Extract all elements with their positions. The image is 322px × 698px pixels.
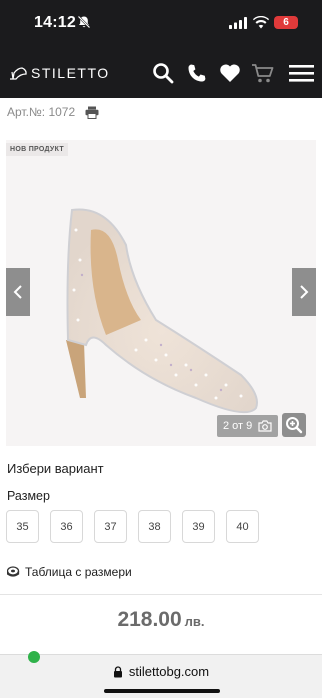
product-shoe-image: [66, 208, 258, 414]
product-gallery[interactable]: НОВ ПРОДУКТ 2 от 9: [6, 140, 316, 446]
zoom-in-icon: [286, 417, 303, 434]
home-indicator: [104, 689, 220, 693]
price-currency: лв.: [184, 614, 205, 629]
site-header: STILETTO: [0, 52, 322, 96]
gallery-next-button[interactable]: [292, 268, 316, 316]
gallery-prev-button[interactable]: [6, 268, 30, 316]
size-option-38[interactable]: 38: [138, 510, 171, 543]
size-label: Размер: [7, 489, 50, 503]
phone-icon[interactable]: [186, 62, 208, 84]
size-option-36[interactable]: 36: [50, 510, 83, 543]
browser-address-bar: stilettobg.com: [0, 651, 322, 698]
heart-icon[interactable]: [219, 62, 241, 84]
stiletto-logo[interactable]: STILETTO: [9, 62, 110, 84]
print-icon[interactable]: [85, 106, 99, 119]
price-amount: 218.00: [117, 608, 182, 631]
cart-icon[interactable]: [251, 62, 275, 84]
article-row: Арт.№: 1072: [7, 103, 99, 121]
product-price: 218.00 лв.: [0, 608, 322, 632]
size-options: 35 36 37 38 39 40: [6, 510, 270, 543]
zoom-button[interactable]: [282, 413, 306, 437]
new-product-badge: НОВ ПРОДУКТ: [6, 143, 68, 156]
signal-icon: [229, 17, 247, 29]
size-option-35[interactable]: 35: [6, 510, 39, 543]
camera-icon: [258, 420, 272, 432]
search-icon[interactable]: [152, 62, 174, 84]
chevron-right-icon: [300, 285, 309, 299]
size-table-link[interactable]: Таблица с размери: [7, 565, 132, 579]
logo-text: STILETTO: [31, 65, 110, 81]
chevron-left-icon: [13, 285, 22, 299]
divider: [0, 594, 322, 595]
gallery-counter: 2 от 9: [217, 415, 279, 437]
status-time: 14:12: [34, 14, 76, 31]
variant-title: Избери вариант: [7, 461, 104, 476]
chat-widget-indicator[interactable]: [28, 651, 40, 663]
size-table-label: Таблица с размери: [25, 565, 132, 579]
status-bar: 14:12 6: [0, 0, 322, 46]
url-field[interactable]: stilettobg.com: [0, 664, 322, 679]
battery-icon: 6: [274, 16, 298, 29]
size-option-37[interactable]: 37: [94, 510, 127, 543]
article-number: Арт.№: 1072: [7, 105, 76, 119]
measuring-tape-icon: [7, 566, 20, 577]
wifi-icon: [253, 16, 269, 29]
bell-off-icon: [77, 15, 91, 29]
size-option-40[interactable]: 40: [226, 510, 259, 543]
menu-icon[interactable]: [289, 62, 314, 84]
lock-icon: [113, 665, 122, 677]
url-text: stilettobg.com: [128, 664, 210, 679]
stiletto-shoe-logo-icon: [10, 67, 27, 80]
gallery-counter-text: 2 от 9: [223, 420, 253, 432]
size-option-39[interactable]: 39: [182, 510, 215, 543]
